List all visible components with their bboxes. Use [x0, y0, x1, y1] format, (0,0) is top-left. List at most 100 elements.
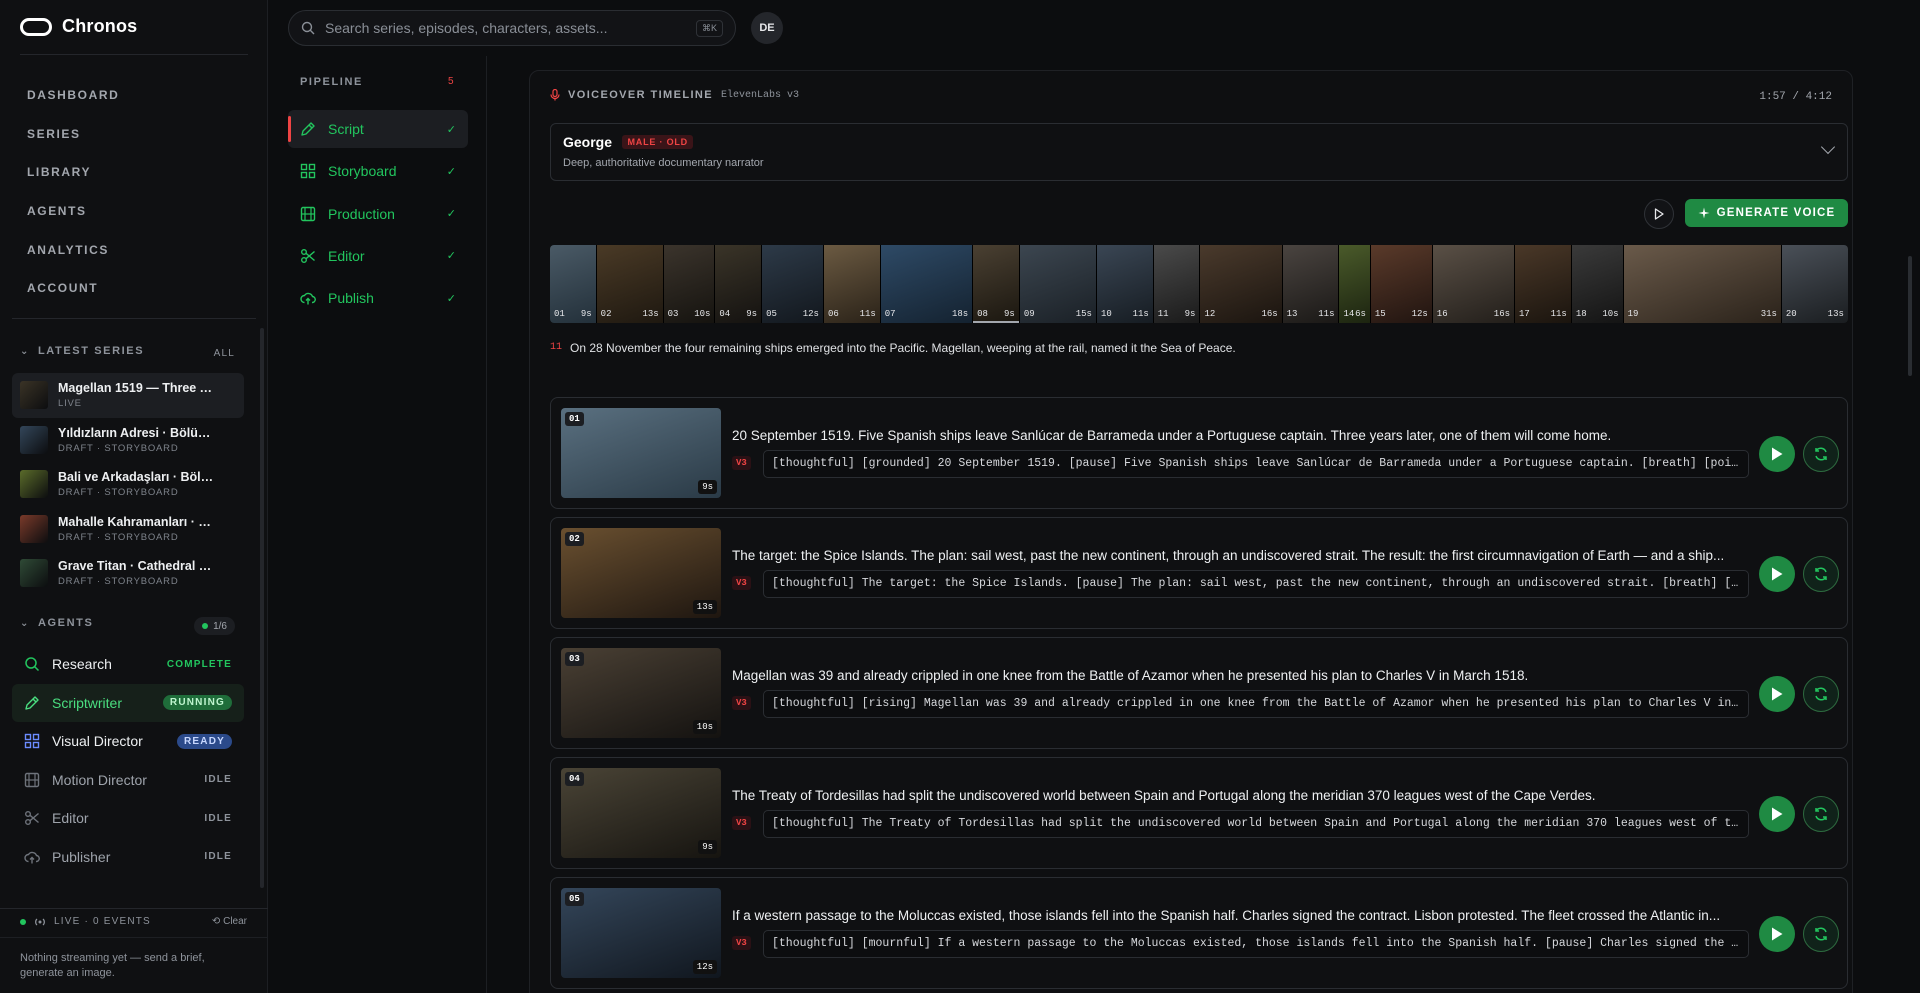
timeline-segment[interactable]: 06 11s: [823, 245, 880, 323]
scene-regenerate-button[interactable]: [1803, 436, 1839, 472]
nav-agents[interactable]: AGENTS: [27, 192, 119, 231]
pen-icon: [300, 121, 316, 137]
scene-prompt-input[interactable]: [thoughtful] [rising] Magellan was 39 an…: [763, 690, 1749, 718]
timeline-segment[interactable]: 01 9s: [550, 245, 596, 323]
scene-number: 05: [565, 892, 584, 906]
scene-play-button[interactable]: [1759, 916, 1795, 952]
agents-count-badge: 1/6: [194, 617, 235, 635]
segment-number: 07: [884, 309, 896, 319]
voiceover-time: 1:57 / 4:12: [1759, 91, 1832, 103]
agents-header[interactable]: ⌄ AGENTS: [20, 617, 93, 629]
pipeline-step-production[interactable]: Production ✓: [288, 195, 468, 233]
pipeline-step-script[interactable]: Script ✓: [288, 110, 468, 148]
pipeline-step-label: Script: [328, 121, 364, 137]
nav-series[interactable]: SERIES: [27, 115, 119, 154]
brand[interactable]: Chronos: [20, 16, 137, 37]
model-badge: V3: [732, 696, 751, 710]
timeline-segment[interactable]: 12 16s: [1200, 245, 1282, 323]
search-input[interactable]: [325, 20, 686, 36]
nav-analytics[interactable]: ANALYTICS: [27, 230, 119, 269]
voice-select[interactable]: George MALE · OLD Deep, authoritative do…: [550, 123, 1848, 181]
scene-thumbnail[interactable]: 02 13s: [561, 528, 721, 618]
segment-number: 06: [827, 309, 839, 319]
play-icon: [1654, 208, 1664, 220]
scene-narration: The target: the Spice Islands. The plan:…: [732, 548, 1725, 563]
search-box[interactable]: ⌘K: [288, 10, 736, 46]
series-item[interactable]: Magellan 1519 — Three Years Around the W…: [12, 373, 244, 418]
preview-play-button[interactable]: [1644, 199, 1674, 229]
clear-button[interactable]: ⟲ Clear: [212, 916, 247, 927]
scene-regenerate-button[interactable]: [1803, 916, 1839, 952]
timeline-segment[interactable]: 07 18s: [880, 245, 973, 323]
agent-scriptwriter[interactable]: Scriptwriter RUNNING: [12, 683, 244, 722]
agent-motion-director[interactable]: Motion Director IDLE: [12, 761, 244, 800]
scene-regenerate-button[interactable]: [1803, 796, 1839, 832]
scene-thumbnail[interactable]: 01 9s: [561, 408, 721, 498]
main-scrollbar[interactable]: [1908, 256, 1912, 376]
scene-prompt-input[interactable]: [thoughtful] The target: the Spice Islan…: [763, 570, 1749, 598]
timeline-segment[interactable]: 17 11s: [1515, 245, 1571, 323]
series-thumbnail: [20, 470, 48, 499]
timeline-segment[interactable]: 20 13s: [1781, 245, 1848, 323]
sidebar-scrollbar[interactable]: [260, 328, 264, 888]
scene-play-button[interactable]: [1759, 556, 1795, 592]
generate-voice-button[interactable]: GENERATE VOICE: [1685, 199, 1848, 227]
scene-card: 05 12s If a western passage to the Molucca…: [550, 877, 1848, 989]
series-title: Grave Titan · Cathedral of Bones: [58, 559, 218, 574]
nav-library[interactable]: LIBRARY: [27, 153, 119, 192]
scene-thumbnail[interactable]: 05 12s: [561, 888, 721, 978]
agent-status-badge: READY: [176, 733, 232, 749]
timeline-segment[interactable]: 16 16s: [1432, 245, 1514, 323]
agent-editor[interactable]: Editor IDLE: [12, 799, 244, 838]
scene-card: 02 13s The target: the Spice Islands. The …: [550, 517, 1848, 629]
series-all-link[interactable]: ALL: [214, 348, 235, 359]
timeline-segment[interactable]: 18 10s: [1571, 245, 1623, 323]
timeline-segment[interactable]: 04 9s: [715, 245, 762, 323]
timeline-segment[interactable]: 02 13s: [596, 245, 663, 323]
latest-series-title: LATEST SERIES: [37, 345, 145, 357]
timeline-segment[interactable]: 15 12s: [1370, 245, 1432, 323]
scene-thumbnail[interactable]: 04 9s: [561, 768, 721, 858]
scene-duration: 12s: [692, 960, 717, 974]
pen-icon: [24, 695, 40, 711]
scene-prompt-input[interactable]: [thoughtful] [grounded] 20 September 151…: [763, 450, 1749, 478]
timeline-segment[interactable]: 03 10s: [663, 245, 715, 323]
series-item[interactable]: Yıldızların Adresi · Bölüm 1 DRAFT · STOR…: [12, 418, 244, 463]
scene-play-button[interactable]: [1759, 796, 1795, 832]
pipeline-step-editor[interactable]: Editor ✓: [288, 237, 468, 275]
timeline-segment[interactable]: 05 12s: [762, 245, 823, 323]
nav-dashboard[interactable]: DASHBOARD: [27, 76, 119, 115]
pipeline-step-label: Production: [328, 205, 395, 222]
scene-play-button[interactable]: [1759, 436, 1795, 472]
timeline-segment[interactable]: 09 15s: [1019, 245, 1096, 323]
scene-duration: 10s: [692, 720, 717, 734]
scene-regenerate-button[interactable]: [1803, 556, 1839, 592]
agent-research[interactable]: Research COMPLETE: [12, 645, 244, 684]
scene-thumbnail[interactable]: 03 10s: [561, 648, 721, 738]
scene-regenerate-button[interactable]: [1803, 676, 1839, 712]
check-icon: ✓: [446, 208, 456, 221]
series-item[interactable]: Mahalle Kahramanları · Bölüm 1 DRAFT · ST…: [12, 507, 244, 552]
scene-play-button[interactable]: [1759, 676, 1795, 712]
series-item[interactable]: Bali ve Arkadaşları · Bölüm 1 DRAFT · STO…: [12, 462, 244, 507]
generate-voice-label: GENERATE VOICE: [1716, 207, 1836, 219]
timeline-segment[interactable]: 13 11s: [1282, 245, 1339, 323]
timeline-segment[interactable]: 11 9s: [1153, 245, 1200, 323]
timeline-segment[interactable]: 08 9s: [973, 245, 1019, 323]
pipeline-step-publish[interactable]: Publish ✓: [288, 279, 468, 317]
agent-publisher[interactable]: Publisher IDLE: [12, 838, 244, 877]
timeline-segment[interactable]: 19 31s: [1623, 245, 1781, 323]
latest-series-header[interactable]: ⌄ LATEST SERIES: [20, 345, 144, 357]
user-avatar[interactable]: DE: [751, 12, 783, 44]
agent-visual-director[interactable]: Visual Director READY: [12, 722, 244, 761]
model-badge: V3: [732, 936, 751, 950]
timeline-segment[interactable]: 14 6s: [1339, 245, 1370, 323]
series-item[interactable]: Grave Titan · Cathedral of Bones DRAFT · …: [12, 551, 244, 596]
scene-prompt-input[interactable]: [thoughtful] The Treaty of Tordesillas h…: [763, 810, 1749, 838]
timeline-segment[interactable]: 10 11s: [1096, 245, 1153, 323]
series-title: Mahalle Kahramanları · Bölüm 1: [58, 514, 218, 529]
scene-prompt-input[interactable]: [thoughtful] [mournful] If a western pas…: [763, 930, 1749, 958]
pipeline-step-storyboard[interactable]: Storyboard ✓: [288, 152, 468, 190]
scene-list: 01 9s 20 September 1519. Five Spanish ship…: [550, 397, 1848, 993]
nav-account[interactable]: ACCOUNT: [27, 269, 119, 308]
